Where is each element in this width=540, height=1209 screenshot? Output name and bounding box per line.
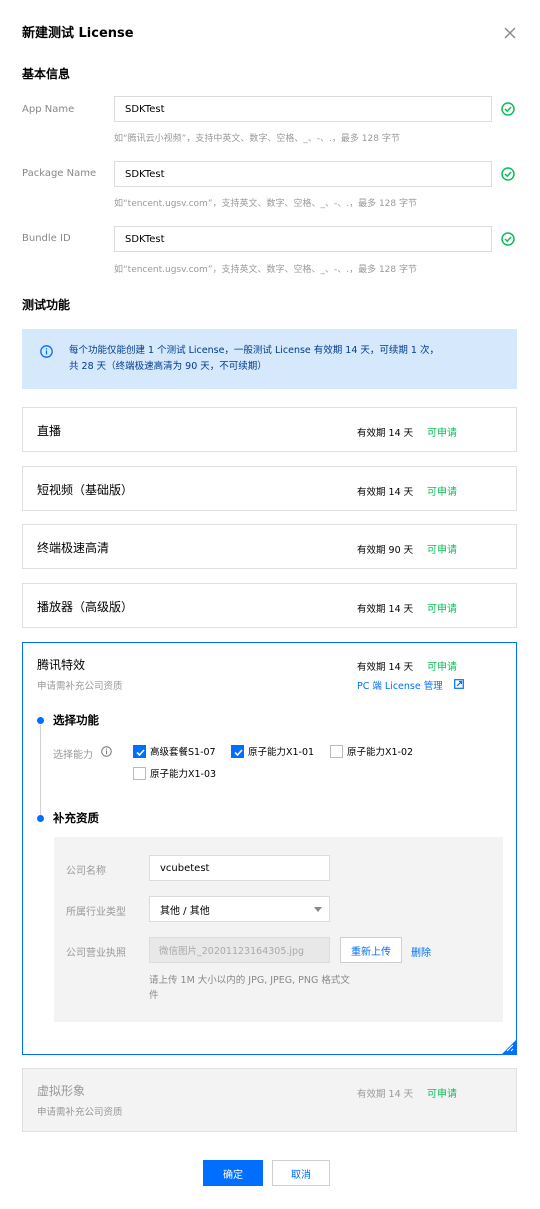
checkbox-checked[interactable]	[133, 744, 146, 758]
license-file-name: 微信图片_20201123164305.jpg	[159, 946, 305, 957]
cancel-button[interactable]: 取消	[272, 1160, 330, 1186]
step-dot	[37, 815, 44, 822]
check-circle-icon	[501, 102, 515, 116]
info-banner: 每个功能仅能创建 1 个测试 License，一般测试 License 有效期 …	[22, 329, 517, 389]
checkmark-icon	[234, 748, 243, 756]
package-name-value: SDKTest	[125, 168, 165, 180]
step-supplement-title: 补充资质	[53, 811, 99, 825]
basic-section-title: 基本信息	[22, 67, 71, 81]
info-text-line2: 共 28 天（终端极速高清为 90 天，不可续期）	[69, 361, 267, 372]
feature-name: 短视频（基础版）	[37, 483, 134, 497]
info-text-line1: 每个功能仅能创建 1 个测试 License，一般测试 License 有效期 …	[69, 345, 439, 356]
confirm-button[interactable]: 确定	[203, 1160, 263, 1186]
pc-license-link[interactable]: PC 端 License 管理	[357, 678, 443, 692]
industry-select[interactable]: 其他 / 其他	[149, 896, 330, 922]
step-dot	[37, 717, 44, 724]
checkbox-checked[interactable]	[231, 744, 244, 758]
app-name-input[interactable]: SDKTest	[114, 96, 492, 122]
feature-validity: 有效期 14 天	[357, 662, 414, 673]
feature-name: 腾讯特效	[37, 658, 86, 672]
feature-card-player[interactable]: 播放器（高级版） 有效期 14 天 可申请	[22, 583, 517, 628]
upload-hint-line1: 请上传 1M 大小以内的 JPG, JPEG, PNG 格式文	[149, 975, 350, 986]
step-select-feature-title: 选择功能	[53, 713, 99, 727]
company-name-value: vcubetest	[160, 862, 210, 874]
feature-name: 虚拟形象	[37, 1084, 86, 1098]
bundle-id-value: SDKTest	[125, 233, 165, 245]
external-link-icon[interactable]	[454, 679, 464, 689]
option-x1-01[interactable]: 原子能力X1-01	[231, 744, 314, 758]
ability-label: 选择能力	[53, 750, 93, 761]
feature-card-short-video[interactable]: 短视频（基础版） 有效期 14 天 可申请	[22, 466, 517, 511]
pc-license-link-text: PC 端 License 管理	[357, 681, 443, 692]
bundle-id-hint: 如“tencent.ugsv.com”，支持英文、数字、空格、_、-、.，最多 …	[114, 265, 417, 275]
bundle-id-input[interactable]: SDKTest	[114, 226, 492, 252]
app-name-hint: 如“腾讯云小视频”，支持中英文、数字、空格、_、-、.，最多 128 字节	[114, 134, 400, 144]
package-name-label: Package Name	[22, 168, 97, 179]
info-icon	[40, 345, 53, 358]
feature-status: 可申请	[427, 428, 457, 439]
feature-validity: 有效期 14 天	[357, 428, 414, 439]
feature-card-avatar: 虚拟形象 申请需补充公司资质 有效期 14 天 可申请	[22, 1068, 517, 1132]
qualification-panel: 公司名称 vcubetest 所属行业类型 其他 / 其他 公司营业执照 微信图…	[54, 837, 503, 1022]
check-circle-icon	[501, 232, 515, 246]
checkbox-unchecked[interactable]	[133, 766, 146, 780]
test-section-title: 测试功能	[22, 298, 71, 312]
close-icon[interactable]	[503, 26, 517, 40]
resize-handle-icon[interactable]	[502, 1040, 516, 1054]
option-x1-02[interactable]: 原子能力X1-02	[330, 744, 413, 758]
feature-name: 直播	[37, 424, 62, 438]
feature-validity: 有效期 14 天	[357, 1089, 414, 1100]
delete-link[interactable]: 删除	[411, 944, 431, 959]
license-file-field: 微信图片_20201123164305.jpg	[149, 937, 330, 963]
option-s1-07[interactable]: 高级套餐S1-07	[133, 744, 216, 758]
reupload-button[interactable]: 重新上传	[340, 937, 402, 963]
info-icon[interactable]	[101, 746, 112, 757]
company-name-label: 公司名称	[66, 866, 106, 877]
feature-status: 可申请	[427, 662, 457, 673]
feature-status: 可申请	[427, 1089, 457, 1100]
feature-name: 播放器（高级版）	[37, 600, 134, 614]
option-label: 原子能力X1-02	[347, 747, 414, 758]
industry-value: 其他 / 其他	[160, 905, 210, 917]
option-label: 原子能力X1-03	[150, 769, 217, 780]
checkmark-icon	[136, 748, 145, 756]
option-x1-03[interactable]: 原子能力X1-03	[133, 766, 216, 780]
chevron-down-icon	[314, 907, 322, 912]
feature-status: 可申请	[427, 487, 457, 498]
industry-label: 所属行业类型	[66, 907, 126, 918]
reupload-label: 重新上传	[351, 946, 391, 958]
feature-card-live[interactable]: 直播 有效期 14 天 可申请	[22, 407, 517, 452]
feature-name: 终端极速高清	[37, 541, 110, 555]
app-name-value: SDKTest	[125, 103, 165, 115]
app-name-label: App Name	[22, 104, 75, 115]
upload-hint-line2: 件	[149, 990, 159, 1001]
cancel-label: 取消	[291, 1169, 311, 1181]
dialog-title: 新建测试 License	[22, 26, 134, 41]
feature-card-hd[interactable]: 终端极速高清 有效期 90 天 可申请	[22, 524, 517, 569]
check-circle-icon	[501, 167, 515, 181]
confirm-label: 确定	[223, 1169, 243, 1181]
package-name-input[interactable]: SDKTest	[114, 161, 492, 187]
feature-validity: 有效期 14 天	[357, 487, 414, 498]
feature-sub-hint: 申请需补充公司资质	[37, 1107, 123, 1118]
company-name-input[interactable]: vcubetest	[149, 855, 330, 881]
checkbox-unchecked[interactable]	[330, 744, 343, 758]
option-label: 原子能力X1-01	[248, 747, 315, 758]
feature-status: 可申请	[427, 545, 457, 556]
bundle-id-label: Bundle ID	[22, 233, 71, 244]
business-license-label: 公司营业执照	[66, 948, 126, 959]
delete-label: 删除	[411, 948, 431, 959]
feature-validity: 有效期 90 天	[357, 545, 414, 556]
option-label: 高级套餐S1-07	[150, 747, 216, 758]
feature-sub-hint: 申请需补充公司资质	[37, 681, 123, 692]
step-line	[40, 725, 41, 817]
package-name-hint: 如“tencent.ugsv.com”，支持英文、数字、空格、_、-、.，最多 …	[114, 199, 417, 209]
feature-validity: 有效期 14 天	[357, 604, 414, 615]
feature-status: 可申请	[427, 604, 457, 615]
